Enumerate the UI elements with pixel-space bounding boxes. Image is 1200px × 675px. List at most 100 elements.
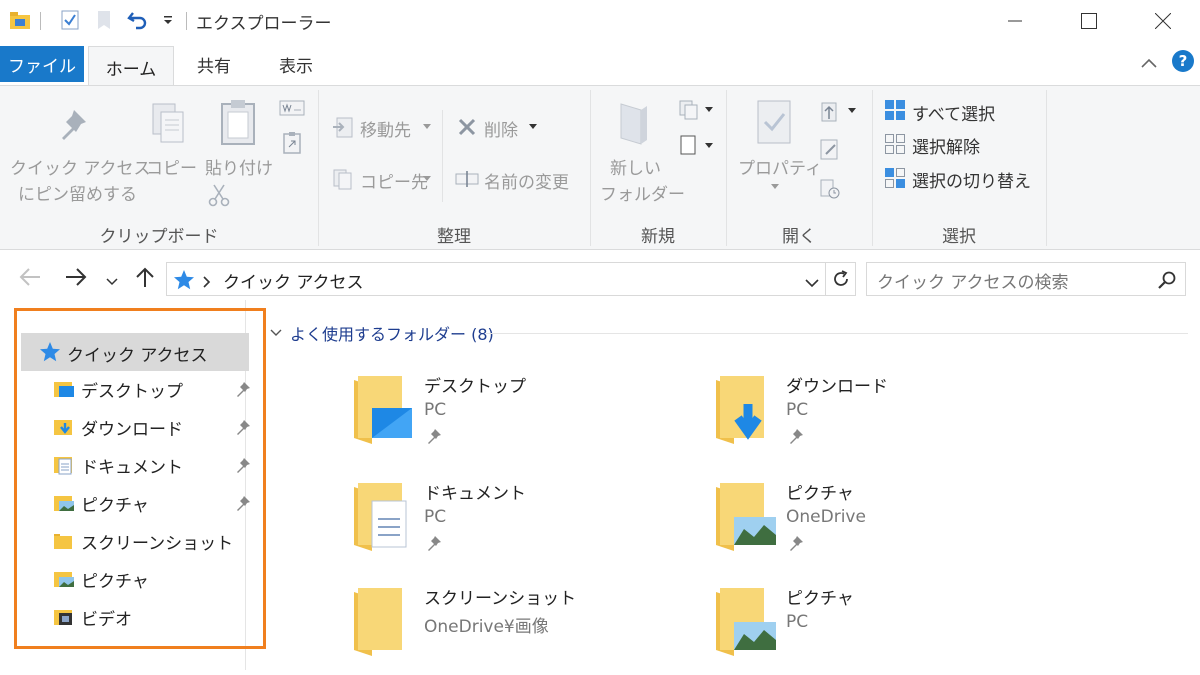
qat-dropdown-icon[interactable] bbox=[156, 8, 180, 32]
history-icon[interactable] bbox=[816, 176, 844, 202]
folder-tile-pictures-onedrive[interactable]: ピクチャ OneDrive bbox=[714, 479, 1034, 569]
folder-location: PC bbox=[424, 507, 447, 527]
nav-item-label: ピクチャ bbox=[81, 571, 149, 592]
cut-icon[interactable] bbox=[206, 182, 232, 208]
properties-button[interactable]: プロパティ bbox=[738, 154, 822, 179]
new-folder-icon[interactable] bbox=[92, 8, 116, 32]
folder-icon bbox=[8, 8, 32, 32]
section-header[interactable]: よく使用するフォルダー (8) bbox=[270, 321, 494, 345]
new-folder-icon[interactable] bbox=[612, 98, 656, 148]
breadcrumb-chevron-icon[interactable] bbox=[203, 273, 211, 292]
section-title: よく使用するフォルダー (8) bbox=[290, 325, 494, 344]
select-all-button[interactable]: すべて選択 bbox=[912, 100, 995, 125]
nav-quick-access[interactable]: クイック アクセス bbox=[21, 333, 249, 371]
easy-access-icon[interactable] bbox=[676, 132, 716, 158]
select-all-icon[interactable] bbox=[882, 98, 908, 122]
copy-icon[interactable] bbox=[146, 98, 190, 148]
move-to-dropdown-icon[interactable] bbox=[422, 122, 432, 132]
pictures-folder-icon bbox=[53, 568, 75, 590]
pin-to-quick-access-label-2[interactable]: にピン留めする bbox=[18, 180, 137, 205]
tab-view[interactable]: 表示 bbox=[264, 46, 328, 82]
close-button[interactable] bbox=[1126, 0, 1200, 42]
folder-tile-documents[interactable]: ドキュメント PC bbox=[352, 479, 672, 569]
title-bar: エクスプローラー bbox=[0, 0, 1200, 42]
nav-item-desktop[interactable]: デスクトップ bbox=[53, 371, 253, 407]
paste-shortcut-icon[interactable] bbox=[280, 130, 304, 156]
properties-dropdown-icon[interactable] bbox=[770, 182, 780, 192]
nav-item-label: ピクチャ bbox=[81, 495, 149, 516]
search-icon[interactable] bbox=[1157, 270, 1177, 294]
delete-icon[interactable] bbox=[454, 114, 480, 140]
invert-selection-icon[interactable] bbox=[882, 166, 908, 190]
invert-selection-button[interactable]: 選択の切り替え bbox=[912, 167, 1031, 192]
folder-icon bbox=[352, 584, 416, 664]
pin-icon[interactable] bbox=[235, 419, 251, 440]
maximize-button[interactable] bbox=[1052, 0, 1126, 42]
open-icon[interactable] bbox=[816, 98, 860, 124]
group-label-select: 選択 bbox=[942, 227, 976, 247]
pin-icon[interactable] bbox=[235, 495, 251, 516]
rename-button[interactable]: 名前の変更 bbox=[484, 168, 569, 193]
nav-item-pictures[interactable]: ピクチャ bbox=[53, 485, 253, 521]
move-to-button[interactable]: 移動先 bbox=[360, 116, 411, 141]
downloads-folder-icon bbox=[714, 372, 778, 452]
nav-item-pictures-2[interactable]: ピクチャ bbox=[53, 561, 253, 597]
address-bar[interactable]: クイック アクセス bbox=[166, 262, 856, 296]
nav-item-videos[interactable]: ビデオ bbox=[53, 599, 253, 635]
up-arrow-icon[interactable] bbox=[134, 266, 156, 292]
copy-path-icon[interactable] bbox=[278, 98, 306, 118]
ribbon: クイック アクセス にピン留めする コピー 貼り付け クリップボード 移動先 コ… bbox=[0, 85, 1200, 250]
pictures-folder-icon bbox=[53, 492, 75, 514]
refresh-icon[interactable] bbox=[831, 269, 851, 293]
edit-icon[interactable] bbox=[816, 136, 844, 162]
nav-item-label: ドキュメント bbox=[81, 457, 183, 478]
documents-folder-icon bbox=[53, 454, 75, 476]
copy-to-dropdown-icon[interactable] bbox=[422, 174, 432, 184]
nav-item-downloads[interactable]: ダウンロード bbox=[53, 409, 253, 445]
tab-home[interactable]: ホーム bbox=[88, 46, 174, 87]
new-folder-label[interactable]: 新しい bbox=[610, 154, 661, 179]
select-none-icon[interactable] bbox=[882, 132, 908, 156]
select-none-button[interactable]: 選択解除 bbox=[912, 133, 980, 158]
tab-file[interactable]: ファイル bbox=[0, 46, 84, 82]
documents-folder-icon bbox=[352, 479, 416, 559]
help-icon[interactable]: ? bbox=[1172, 50, 1194, 72]
pin-icon bbox=[788, 428, 804, 448]
folder-tile-pictures-pc[interactable]: ピクチャ PC bbox=[714, 584, 1034, 674]
folder-icon bbox=[53, 530, 75, 552]
new-item-icon[interactable] bbox=[676, 96, 716, 122]
nav-item-label: デスクトップ bbox=[81, 381, 183, 402]
folder-name: デスクトップ bbox=[424, 377, 526, 397]
pin-icon[interactable] bbox=[235, 381, 251, 402]
recent-locations-icon[interactable] bbox=[106, 272, 118, 291]
tab-share[interactable]: 共有 bbox=[182, 46, 246, 82]
folder-tile-desktop[interactable]: デスクトップ PC bbox=[352, 372, 672, 462]
copy-to-button[interactable]: コピー先 bbox=[360, 168, 428, 193]
delete-dropdown-icon[interactable] bbox=[528, 122, 538, 132]
pin-icon[interactable] bbox=[48, 102, 96, 146]
breadcrumb[interactable]: クイック アクセス bbox=[223, 268, 364, 293]
nav-item-documents[interactable]: ドキュメント bbox=[53, 447, 253, 483]
properties-icon[interactable] bbox=[752, 96, 796, 148]
forward-arrow-icon[interactable] bbox=[64, 266, 88, 292]
move-to-icon[interactable] bbox=[330, 114, 356, 140]
collapse-ribbon-icon[interactable] bbox=[1140, 54, 1158, 73]
paste-button[interactable]: 貼り付け bbox=[205, 154, 273, 179]
search-input[interactable]: クイック アクセスの検索 bbox=[866, 262, 1186, 296]
pin-icon[interactable] bbox=[235, 457, 251, 478]
pin-to-quick-access-label[interactable]: クイック アクセス bbox=[10, 154, 151, 179]
address-dropdown-icon[interactable] bbox=[805, 273, 819, 292]
back-arrow-icon[interactable] bbox=[18, 266, 42, 292]
minimize-button[interactable] bbox=[978, 0, 1052, 42]
nav-item-screenshots[interactable]: スクリーンショット bbox=[53, 523, 253, 559]
copy-button[interactable]: コピー bbox=[146, 154, 197, 179]
folder-tile-downloads[interactable]: ダウンロード PC bbox=[714, 372, 1034, 462]
paste-icon[interactable] bbox=[214, 96, 262, 148]
delete-button[interactable]: 削除 bbox=[484, 116, 518, 141]
rename-icon[interactable] bbox=[454, 166, 480, 192]
folder-tile-screenshots[interactable]: スクリーンショット OneDrive¥画像 bbox=[352, 584, 672, 674]
undo-icon[interactable] bbox=[126, 8, 150, 32]
new-folder-label-2[interactable]: フォルダー bbox=[600, 180, 685, 205]
copy-to-icon[interactable] bbox=[330, 166, 356, 192]
properties-icon[interactable] bbox=[58, 8, 82, 32]
